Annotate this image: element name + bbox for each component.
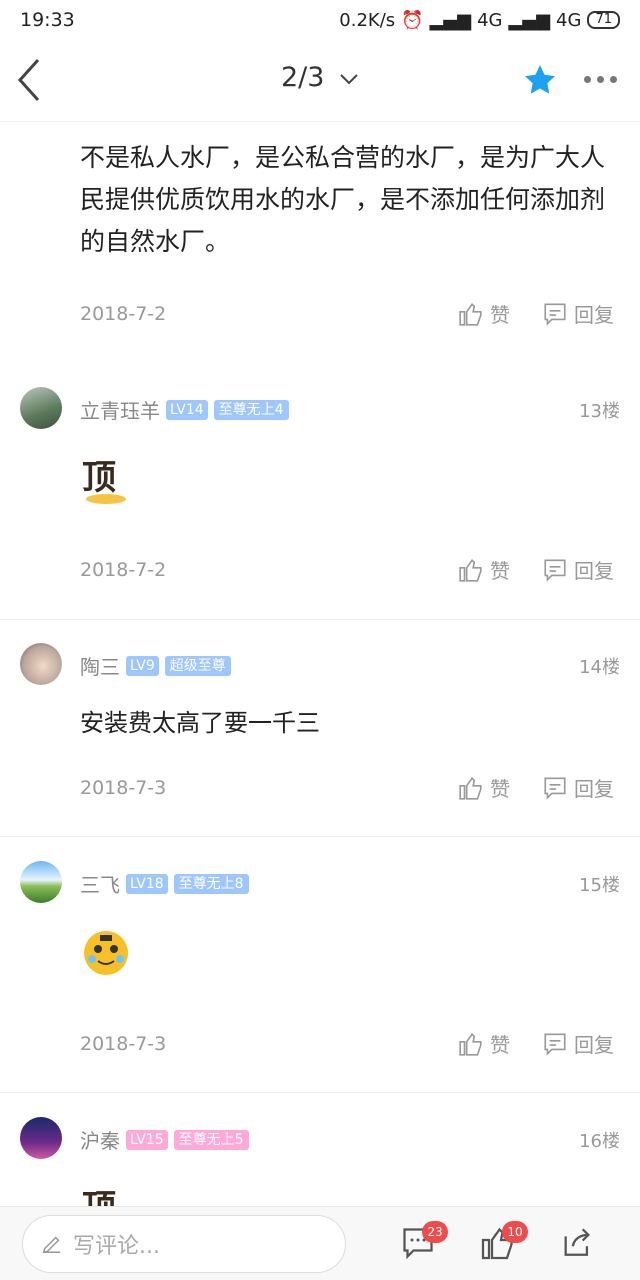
title-badge: 至尊无上8 [173, 873, 249, 894]
title-badge: 超级至尊 [164, 655, 231, 676]
ding-emoji: 顶 [80, 1183, 132, 1206]
avatar[interactable] [20, 861, 62, 903]
like-label: 赞 [490, 559, 510, 583]
pencil-icon [42, 1236, 61, 1254]
level-badge: LV15 [126, 1129, 168, 1150]
floor-number: 15楼 [579, 875, 620, 896]
comment-input[interactable]: 写评论... [22, 1215, 346, 1273]
like-post-button[interactable]: 10 [480, 1221, 528, 1265]
thumbs-up-icon [459, 1032, 482, 1056]
comment-date: 2018-7-3 [80, 777, 167, 799]
username[interactable]: 陶三 [80, 651, 120, 680]
reply-label: 回复 [574, 777, 614, 801]
comment-date: 2018-7-2 [80, 559, 167, 581]
network-speed: 0.2K/s [339, 9, 396, 31]
reply-button[interactable]: 回复 [542, 299, 614, 328]
status-right: 0.2K/s ⏰ ▂▄▆ 4G ▂▄▆ 4G 71 [339, 10, 620, 31]
reply-label: 回复 [574, 1033, 614, 1057]
comment-icon [544, 302, 566, 326]
alarm-icon: ⏰ [401, 9, 424, 31]
top-bar: 2/3 [0, 40, 640, 122]
bottom-bar: 写评论... 23 10 [0, 1206, 640, 1280]
avatar[interactable] [20, 387, 62, 429]
reply-button[interactable]: 回复 [542, 555, 614, 584]
divider [0, 1092, 640, 1093]
like-label: 赞 [490, 777, 510, 801]
level-badge: LV9 [126, 655, 159, 676]
comment-date: 2018-7-3 [80, 1033, 167, 1055]
avatar[interactable] [20, 643, 62, 685]
level-badge: LV18 [126, 873, 168, 894]
reply-label: 回复 [574, 559, 614, 583]
dot-icon [610, 76, 617, 83]
comment-icon [544, 1032, 566, 1056]
network-type-2: 4G [556, 9, 582, 31]
title-badge: 至尊无上4 [213, 399, 289, 420]
share-icon [564, 1228, 590, 1256]
like-label: 赞 [490, 1033, 510, 1057]
username-row: 陶三 LV9 超级至尊 [80, 651, 231, 680]
post-text: 不是私人水厂，是公私合营的水厂，是为广大人民提供优质饮用水的水厂，是不添加任何添… [80, 143, 606, 256]
share-button[interactable] [560, 1225, 594, 1263]
floor-number: 16楼 [579, 1131, 620, 1152]
ding-emoji: 顶 [80, 453, 132, 509]
page-indicator: 2/3 [280, 62, 325, 93]
comment-text: 安装费太高了要一千三 [80, 709, 320, 737]
username[interactable]: 沪秦 [80, 1125, 120, 1154]
divider [0, 836, 640, 837]
dot-icon [584, 76, 591, 83]
like-label: 赞 [490, 303, 510, 327]
level-badge: LV14 [166, 399, 208, 420]
network-type-1: 4G [477, 9, 503, 31]
status-time: 19:33 [20, 9, 75, 31]
favorite-button[interactable] [522, 62, 558, 102]
like-button[interactable]: 赞 [458, 773, 510, 802]
avatar[interactable] [20, 1117, 62, 1159]
signal-icon: ▂▄▆ [429, 9, 472, 31]
tiger-emoji [80, 927, 132, 983]
star-icon [525, 65, 555, 94]
comment-icon [544, 558, 566, 582]
like-button[interactable]: 赞 [458, 1029, 510, 1058]
floor-number: 13楼 [579, 401, 620, 422]
floor-number: 14楼 [579, 657, 620, 678]
battery-icon: 71 [587, 11, 620, 29]
more-button[interactable] [584, 76, 617, 83]
divider [0, 619, 640, 620]
comment-icon [544, 776, 566, 800]
status-bar: 19:33 0.2K/s ⏰ ▂▄▆ 4G ▂▄▆ 4G 71 [0, 0, 640, 40]
reply-label: 回复 [574, 303, 614, 327]
username-row: 立青珏羊 LV14 至尊无上4 [80, 395, 289, 424]
like-button[interactable]: 赞 [458, 555, 510, 584]
like-button[interactable]: 赞 [458, 299, 510, 328]
username[interactable]: 立青珏羊 [80, 395, 160, 424]
reply-button[interactable]: 回复 [542, 1029, 614, 1058]
title-badge: 至尊无上5 [173, 1129, 249, 1150]
comment-count-badge: 23 [422, 1221, 448, 1243]
thumbs-up-icon [459, 776, 482, 800]
thumbs-up-icon [459, 302, 482, 326]
like-count-badge: 10 [502, 1221, 528, 1243]
reply-button[interactable]: 回复 [542, 773, 614, 802]
signal-icon-2: ▂▄▆ [508, 9, 551, 31]
dot-icon [597, 76, 604, 83]
username-row: 沪秦 LV15 至尊无上5 [80, 1125, 249, 1154]
comment-list[interactable]: 不是私人水厂，是公私合营的水厂，是为广大人民提供优质饮用水的水厂，是不添加任何添… [0, 123, 640, 1206]
svg-text:顶: 顶 [82, 458, 116, 498]
comments-button[interactable]: 23 [400, 1221, 448, 1265]
comment-placeholder: 写评论... [73, 1234, 160, 1259]
username-row: 三飞 LV18 至尊无上8 [80, 869, 249, 898]
username[interactable]: 三飞 [80, 869, 120, 898]
svg-text:顶: 顶 [82, 1188, 116, 1206]
post-date: 2018-7-2 [80, 303, 167, 325]
thumbs-up-icon [459, 558, 482, 582]
chevron-down-icon [340, 73, 358, 84]
